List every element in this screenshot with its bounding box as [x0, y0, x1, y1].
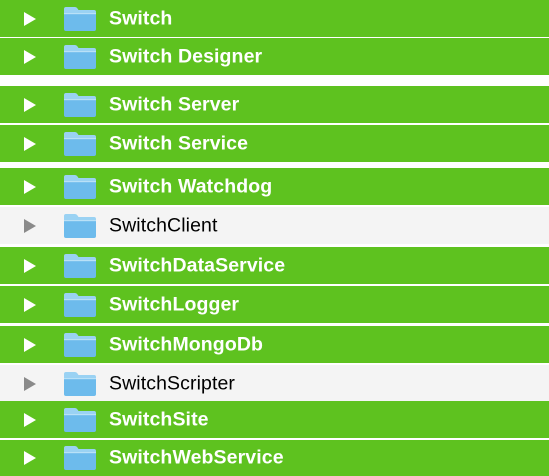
- list-item-switchclient[interactable]: SwitchClient: [0, 207, 549, 244]
- disclosure-triangle-icon[interactable]: [22, 449, 38, 467]
- folder-icon: [63, 445, 97, 471]
- item-label: SwitchDataService: [109, 254, 286, 276]
- list-item-switch-designer[interactable]: Switch Designer: [0, 38, 549, 75]
- disclosure-triangle-icon[interactable]: [22, 257, 38, 275]
- list-item-switch-server[interactable]: Switch Server: [0, 86, 549, 123]
- item-label: SwitchWebService: [109, 446, 284, 469]
- list-item-switch[interactable]: Switch: [0, 0, 549, 37]
- list-item-switchmongodb[interactable]: SwitchMongoDb: [0, 326, 549, 363]
- item-label: SwitchSite: [109, 408, 209, 430]
- item-label: SwitchScripter: [109, 372, 236, 394]
- folder-icon: [63, 6, 97, 32]
- folder-icon: [63, 44, 97, 70]
- item-label: Switch Watchdog: [109, 175, 273, 197]
- disclosure-triangle-icon[interactable]: [22, 217, 38, 235]
- disclosure-triangle-icon[interactable]: [22, 375, 38, 393]
- list-item-switchsite[interactable]: SwitchSite: [0, 401, 549, 438]
- folder-icon: [63, 213, 97, 239]
- disclosure-triangle-icon[interactable]: [22, 96, 38, 114]
- folder-icon: [63, 92, 97, 118]
- folder-icon: [63, 131, 97, 157]
- disclosure-triangle-icon[interactable]: [22, 178, 38, 196]
- disclosure-triangle-icon[interactable]: [22, 336, 38, 354]
- item-label: Switch Designer: [109, 45, 263, 67]
- folder-icon: [63, 292, 97, 318]
- folder-icon: [63, 174, 97, 200]
- item-label: SwitchMongoDb: [109, 333, 264, 355]
- list-item-switchdataservice[interactable]: SwitchDataService: [0, 247, 549, 284]
- disclosure-triangle-icon[interactable]: [22, 48, 38, 66]
- item-label: Switch: [109, 7, 173, 29]
- list-item-switch-watchdog[interactable]: Switch Watchdog: [0, 168, 549, 205]
- list-item-switchwebservice[interactable]: SwitchWebService: [0, 440, 549, 476]
- item-label: SwitchLogger: [109, 293, 240, 315]
- item-label: Switch Server: [109, 93, 240, 115]
- item-label: Switch Service: [109, 132, 249, 154]
- folder-icon: [63, 332, 97, 358]
- disclosure-triangle-icon[interactable]: [22, 296, 38, 314]
- item-label: SwitchClient: [109, 214, 218, 236]
- folder-icon: [63, 371, 97, 397]
- list-item-switchlogger[interactable]: SwitchLogger: [0, 286, 549, 323]
- folder-icon: [63, 253, 97, 279]
- disclosure-triangle-icon[interactable]: [22, 135, 38, 153]
- list-item-switch-service[interactable]: Switch Service: [0, 125, 549, 162]
- list-item-switchscripter[interactable]: SwitchScripter: [0, 365, 549, 402]
- disclosure-triangle-icon[interactable]: [22, 10, 38, 28]
- folder-list: Switch Switch Designer Switch Server Swi…: [0, 0, 549, 476]
- disclosure-triangle-icon[interactable]: [22, 411, 38, 429]
- folder-icon: [63, 407, 97, 433]
